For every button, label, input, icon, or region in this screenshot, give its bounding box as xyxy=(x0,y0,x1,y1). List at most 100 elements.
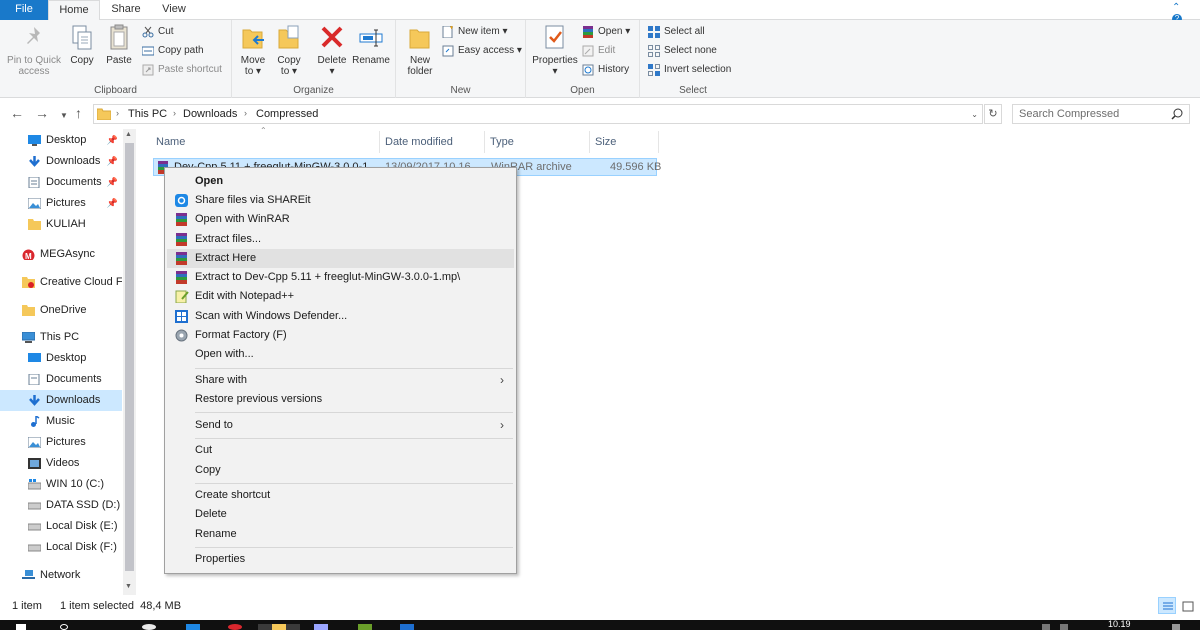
store-icon[interactable] xyxy=(186,624,200,630)
address-dropdown-icon[interactable]: ⌄ xyxy=(971,110,978,119)
easy-access-button[interactable]: Easy access ▾ xyxy=(442,42,522,60)
menu-item-delete[interactable]: Delete xyxy=(167,505,514,524)
nav-item-kuliah[interactable]: KULIAH xyxy=(0,214,122,235)
pin-quick-access-button[interactable]: Pin to Quick access xyxy=(4,24,64,77)
select-none-button[interactable]: Select none xyxy=(648,42,717,60)
tab-share[interactable]: Share xyxy=(104,0,148,20)
menu-item-extract-here[interactable]: Extract Here xyxy=(167,249,514,268)
select-all-button[interactable]: Select all xyxy=(648,23,705,41)
windows-drive-icon xyxy=(28,479,41,490)
tab-home[interactable]: Home xyxy=(48,0,100,21)
open-button[interactable]: Open ▾ xyxy=(582,23,630,41)
nav-item-megasync[interactable]: M MEGAsync xyxy=(0,244,122,265)
tray-icon[interactable] xyxy=(1060,624,1068,630)
menu-item-restore[interactable]: Restore previous versions xyxy=(167,390,514,409)
menu-item-rename[interactable]: Rename xyxy=(167,525,514,544)
column-header-name[interactable]: Name xyxy=(150,131,380,153)
paste-button[interactable]: Paste xyxy=(103,24,135,66)
menu-item-shareit[interactable]: Share files via SHAREit xyxy=(167,191,514,210)
menu-item-share-with[interactable]: Share with › xyxy=(167,371,514,390)
nav-item-videos[interactable]: Videos xyxy=(0,453,122,474)
menu-item-format-factory[interactable]: Format Factory (F) xyxy=(167,326,514,345)
menu-item-open-winrar[interactable]: Open with WinRAR xyxy=(167,210,514,229)
cut-button[interactable]: Cut xyxy=(142,23,174,41)
copy-path-button[interactable]: Copy path xyxy=(142,42,204,60)
breadcrumb-this-pc[interactable]: This PC xyxy=(128,108,167,120)
tray-icon[interactable] xyxy=(1042,624,1050,630)
recent-locations-icon[interactable]: ▼ xyxy=(60,109,68,123)
nav-item-onedrive[interactable]: OneDrive xyxy=(0,300,122,321)
app-icon[interactable] xyxy=(228,624,242,630)
chevron-up-icon[interactable]: ⌃ xyxy=(1172,2,1180,13)
notepad-plus-icon[interactable] xyxy=(358,624,372,630)
paste-shortcut-button[interactable]: Paste shortcut xyxy=(142,61,222,79)
invert-selection-button[interactable]: Invert selection xyxy=(648,61,731,79)
scroll-up-icon[interactable]: ▲ xyxy=(125,131,132,138)
new-folder-button[interactable]: New folder xyxy=(402,24,438,77)
menu-item-notepad[interactable]: Edit with Notepad++ xyxy=(167,287,514,306)
menu-item-create-shortcut[interactable]: Create shortcut xyxy=(167,486,514,505)
notification-icon[interactable] xyxy=(1172,624,1180,630)
breadcrumb-downloads[interactable]: Downloads xyxy=(183,108,237,120)
ribbon-tabs: File Home Share View ⌃ ? xyxy=(0,0,1200,24)
breadcrumb-compressed[interactable]: Compressed xyxy=(256,108,318,120)
tab-file[interactable]: File xyxy=(0,0,48,20)
back-arrow-icon[interactable]: ← xyxy=(10,106,24,120)
nav-item-drive-d[interactable]: DATA SSD (D:) xyxy=(0,495,122,516)
up-arrow-icon[interactable]: ↑ xyxy=(75,106,82,120)
nav-item-documents[interactable]: Documents 📌 xyxy=(0,172,122,193)
copy-button[interactable]: Copy xyxy=(66,24,98,66)
nav-item-drive-f[interactable]: Local Disk (F:) xyxy=(0,537,122,558)
new-item-button[interactable]: New item ▾ xyxy=(442,23,507,41)
tab-view[interactable]: View xyxy=(152,0,196,20)
menu-item-send-to[interactable]: Send to › xyxy=(167,416,514,435)
large-icons-view-icon[interactable] xyxy=(1178,597,1196,614)
nav-item-drive-e[interactable]: Local Disk (E:) xyxy=(0,516,122,537)
menu-item-copy[interactable]: Copy xyxy=(167,461,514,480)
nav-item-pc-pictures[interactable]: Pictures xyxy=(0,432,122,453)
column-header-type[interactable]: Type xyxy=(484,131,590,153)
column-header-date[interactable]: Date modified xyxy=(379,131,485,153)
menu-item-open[interactable]: Open xyxy=(167,172,514,191)
menu-item-extract-to[interactable]: Extract to Dev-Cpp 5.11 + freeglut-MinGW… xyxy=(167,268,514,287)
properties-button[interactable]: Properties ▾ xyxy=(530,24,580,77)
menu-item-open-with[interactable]: Open with... xyxy=(167,345,514,364)
menu-item-cut[interactable]: Cut xyxy=(167,441,514,460)
search-icon[interactable] xyxy=(60,624,68,630)
history-button[interactable]: History xyxy=(582,61,629,79)
scrollbar-thumb[interactable] xyxy=(125,143,134,571)
nav-item-music[interactable]: Music xyxy=(0,411,122,432)
nav-item-this-pc[interactable]: This PC xyxy=(0,327,122,348)
forward-arrow-icon[interactable]: → xyxy=(35,106,49,120)
nav-item-network[interactable]: Network xyxy=(0,565,122,586)
delete-button[interactable]: Delete ▾ xyxy=(316,24,348,77)
nav-item-pc-desktop[interactable]: Desktop xyxy=(0,348,122,369)
copy-to-button[interactable]: Copy to ▾ xyxy=(274,24,304,77)
search-input[interactable]: Search Compressed xyxy=(1012,104,1190,124)
app-icon[interactable] xyxy=(314,624,328,630)
nav-item-pc-downloads[interactable]: Downloads xyxy=(0,390,122,411)
details-view-icon[interactable] xyxy=(1158,597,1176,614)
column-header-size[interactable]: Size xyxy=(589,131,659,153)
nav-scrollbar[interactable]: ▲ ▼ xyxy=(123,129,136,595)
menu-item-extract-files[interactable]: Extract files... xyxy=(167,230,514,249)
windows-start-icon[interactable] xyxy=(16,624,26,630)
edit-button[interactable]: Edit xyxy=(582,42,615,60)
move-to-button[interactable]: Move to ▾ xyxy=(238,24,268,77)
nav-item-desktop[interactable]: Desktop 📌 xyxy=(0,130,122,151)
rename-button[interactable]: Rename xyxy=(352,24,390,66)
menu-item-defender[interactable]: Scan with Windows Defender... xyxy=(167,307,514,326)
clock-time[interactable]: 10.19 xyxy=(1108,620,1131,629)
chrome-icon[interactable] xyxy=(142,624,156,630)
refresh-icon[interactable]: ↻ xyxy=(984,104,1002,124)
nav-item-downloads[interactable]: Downloads 📌 xyxy=(0,151,122,172)
scroll-down-icon[interactable]: ▼ xyxy=(125,583,132,590)
nav-label: MEGAsync xyxy=(40,248,96,260)
menu-item-properties[interactable]: Properties xyxy=(167,550,514,569)
nav-item-pc-documents[interactable]: Documents xyxy=(0,369,122,390)
nav-item-pictures[interactable]: Pictures 📌 xyxy=(0,193,122,214)
nav-item-creative-cloud[interactable]: Creative Cloud Fil xyxy=(0,272,122,293)
word-icon[interactable] xyxy=(400,624,414,630)
address-bar[interactable]: › This PC › Downloads › Compressed ⌄ xyxy=(93,104,983,124)
nav-item-drive-c[interactable]: WIN 10 (C:) xyxy=(0,474,122,495)
